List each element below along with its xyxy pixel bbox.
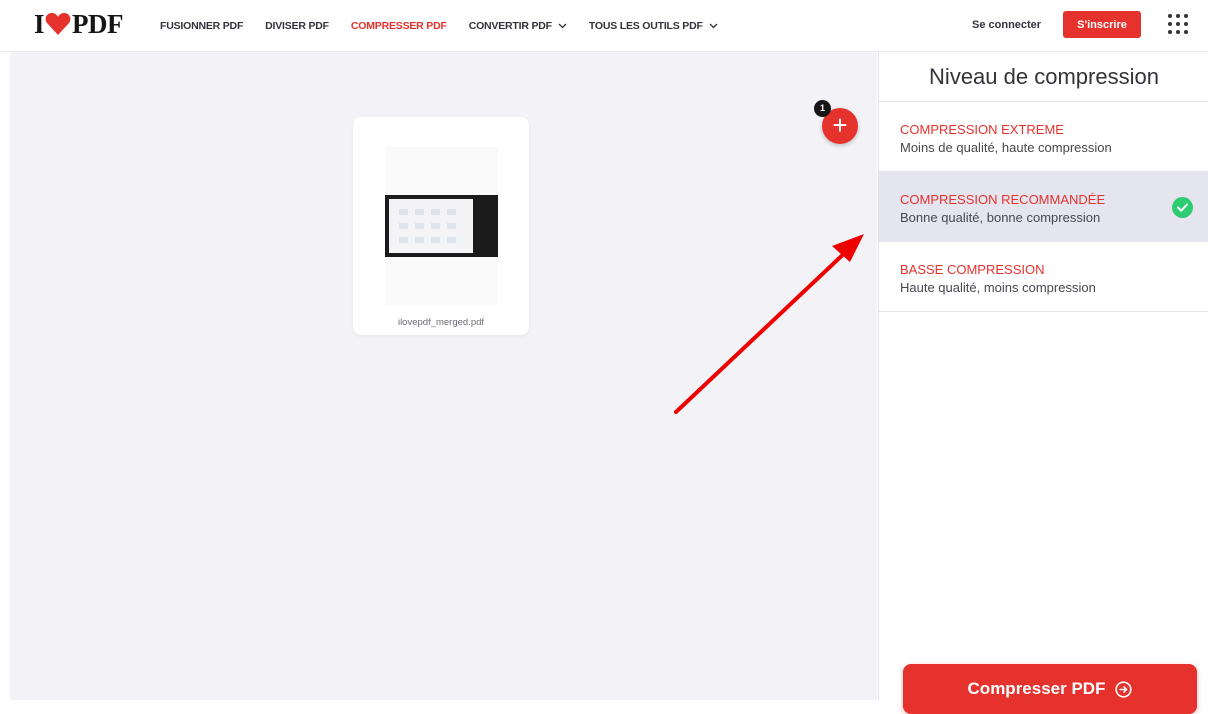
nav-item-convertir[interactable]: CONVERTIR PDF [469,20,567,32]
option-description: Haute qualité, moins compression [900,280,1096,295]
option-basse-compression[interactable]: BASSE COMPRESSION Haute qualité, moins c… [879,242,1208,312]
option-description: Moins de qualité, haute compression [900,140,1112,155]
login-link[interactable]: Se connecter [972,19,1041,31]
compress-button-label: Compresser PDF [967,679,1106,698]
heart-icon [45,13,71,35]
thumbnail-preview-image [385,195,498,257]
arrow-right-circle-icon [1115,680,1133,698]
chevron-down-icon [709,23,718,29]
nav-item-tous-les-outils[interactable]: TOUS LES OUTILS PDF [589,20,718,32]
file-thumbnail [385,147,498,305]
option-title: BASSE COMPRESSION [900,262,1045,277]
check-icon [1172,197,1193,218]
nav-item-compresser[interactable]: COMPRESSER PDF [351,20,447,32]
top-header: I PDF FUSIONNER PDF DIVISER PDF COMPRESS… [0,0,1208,52]
nav-label: CONVERTIR PDF [468,20,552,32]
option-compression-extreme[interactable]: COMPRESSION EXTREME Moins de qualité, ha… [879,102,1208,172]
file-name-label: ilovepdf_merged.pdf [397,317,485,328]
option-title: COMPRESSION RECOMMANDÉE [900,192,1106,207]
file-workspace: ilovepdf_merged.pdf [10,52,877,700]
option-compression-recommandee[interactable]: COMPRESSION RECOMMANDÉE Bonne qualité, b… [879,172,1208,242]
ilovepdf-logo[interactable]: I PDF [34,8,123,40]
option-description: Bonne qualité, bonne compression [900,210,1101,225]
nav-label: TOUS LES OUTILS PDF [588,20,703,32]
nav-label: COMPRESSER PDF [350,20,447,32]
signup-button[interactable]: S'inscrire [1063,11,1141,38]
nav-item-diviser[interactable]: DIVISER PDF [265,20,329,32]
compress-pdf-button[interactable]: Compresser PDF [903,664,1197,714]
main-nav: FUSIONNER PDF DIVISER PDF COMPRESSER PDF… [160,0,740,52]
option-title: COMPRESSION EXTREME [900,122,1064,137]
chevron-down-icon [558,23,567,29]
nav-label: DIVISER PDF [265,20,329,32]
file-count-badge: 1 [814,100,831,117]
sidebar-title: Niveau de compression [879,52,1208,102]
file-card[interactable]: ilovepdf_merged.pdf [353,117,529,335]
apps-grid-icon[interactable] [1168,14,1188,34]
nav-item-fusionner[interactable]: FUSIONNER PDF [160,20,243,32]
nav-label: FUSIONNER PDF [160,20,244,32]
logo-text-pdf: PDF [72,8,123,39]
compression-sidebar: Niveau de compression COMPRESSION EXTREM… [878,52,1208,714]
logo-letter-i: I [34,8,45,39]
